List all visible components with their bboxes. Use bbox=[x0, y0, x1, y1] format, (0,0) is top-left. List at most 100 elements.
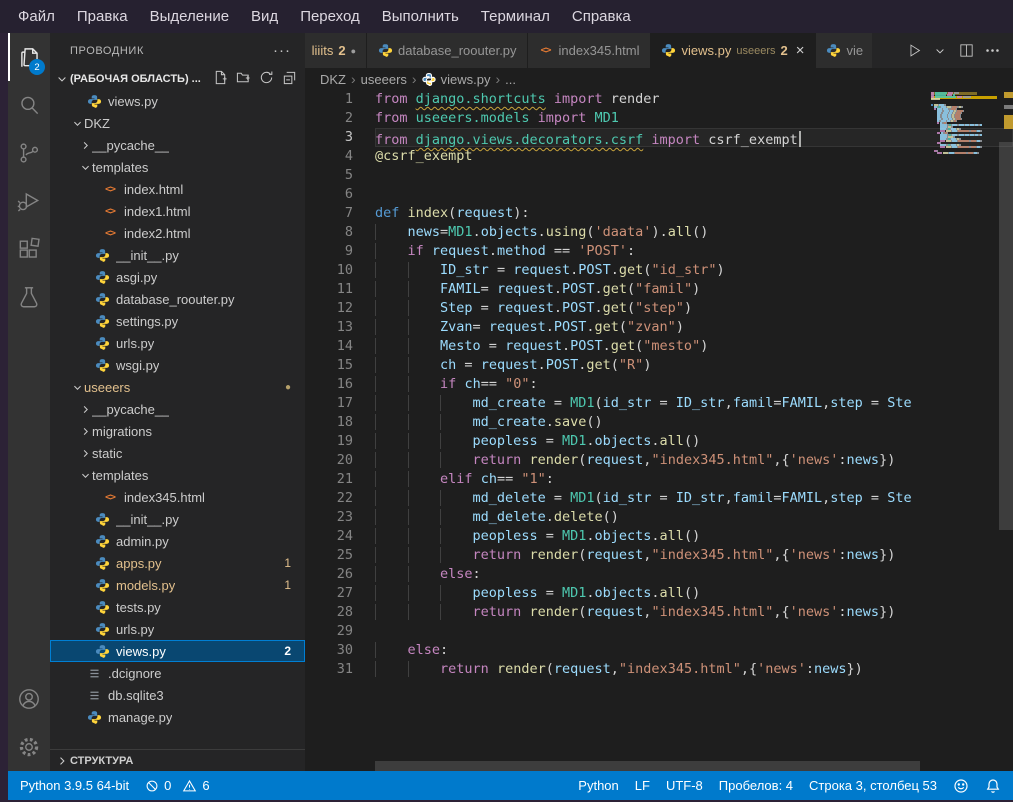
python-icon bbox=[94, 511, 110, 527]
tree-item[interactable]: apps.py1 bbox=[50, 552, 305, 574]
status-encoding[interactable]: UTF-8 bbox=[666, 778, 703, 793]
tree-item[interactable]: views.py bbox=[50, 90, 305, 112]
tree-item[interactable]: wsgi.py bbox=[50, 354, 305, 376]
tree-item[interactable]: useeers● bbox=[50, 376, 305, 398]
vertical-scrollbar-thumb[interactable] bbox=[999, 142, 1013, 530]
source-control-icon[interactable] bbox=[8, 129, 50, 177]
settings-gear-icon[interactable] bbox=[8, 723, 50, 771]
tree-item[interactable]: settings.py bbox=[50, 310, 305, 332]
code-line: from django.shortcuts import render bbox=[375, 90, 1013, 109]
menu-item[interactable]: Выполнить bbox=[372, 5, 469, 28]
menu-item[interactable]: Терминал bbox=[471, 5, 560, 28]
problems-indicator[interactable]: 0 6 bbox=[145, 778, 209, 793]
tree-item[interactable]: manage.py bbox=[50, 706, 305, 728]
line-number: 22 bbox=[305, 489, 353, 508]
account-icon[interactable] bbox=[8, 675, 50, 723]
text-cursor bbox=[799, 131, 801, 147]
search-icon[interactable] bbox=[8, 81, 50, 129]
status-language-mode[interactable]: Python bbox=[578, 778, 618, 793]
tree-item[interactable]: static bbox=[50, 442, 305, 464]
tree-item[interactable]: migrations bbox=[50, 420, 305, 442]
status-indentation[interactable]: Пробелов: 4 bbox=[719, 778, 793, 793]
minimap[interactable] bbox=[931, 92, 997, 164]
tab-views-py[interactable]: views.pyuseeers2× bbox=[651, 33, 816, 68]
menu-item[interactable]: Переход bbox=[290, 5, 370, 28]
tree-item[interactable]: asgi.py bbox=[50, 266, 305, 288]
tree-item[interactable]: .dcignore bbox=[50, 662, 305, 684]
outline-title: СТРУКТУРА bbox=[70, 755, 133, 767]
breadcrumb-item[interactable]: views.py bbox=[422, 72, 491, 87]
tree-item[interactable]: __init__.py bbox=[50, 508, 305, 530]
html-icon: <> bbox=[102, 225, 118, 241]
breadcrumb-item[interactable]: ... bbox=[505, 72, 516, 87]
code-line bbox=[375, 166, 1013, 185]
tree-item[interactable]: urls.py bbox=[50, 618, 305, 640]
python-icon bbox=[94, 643, 110, 659]
tree-item[interactable]: __init__.py bbox=[50, 244, 305, 266]
python-icon bbox=[86, 709, 102, 725]
code-line: peopless = MD1.objects.all() bbox=[375, 432, 1013, 451]
new-folder-icon[interactable] bbox=[236, 70, 251, 88]
feedback-icon[interactable] bbox=[953, 778, 969, 794]
menu-item[interactable]: Справка bbox=[562, 5, 641, 28]
outline-section-header[interactable]: СТРУКТУРА bbox=[50, 749, 305, 771]
tab-vie[interactable]: vie bbox=[816, 33, 872, 68]
tree-item[interactable]: <>index2.html bbox=[50, 222, 305, 244]
menu-item[interactable]: Вид bbox=[241, 5, 288, 28]
status-eol[interactable]: LF bbox=[635, 778, 650, 793]
close-icon[interactable]: × bbox=[796, 43, 805, 58]
breadcrumb-item[interactable]: useeers bbox=[361, 72, 407, 87]
notifications-bell-icon[interactable] bbox=[985, 778, 1001, 794]
tree-item[interactable]: DKZ bbox=[50, 112, 305, 134]
explorer-more-actions-icon[interactable]: ··· bbox=[273, 42, 291, 59]
collapse-all-icon[interactable] bbox=[282, 70, 297, 88]
status-cursor-position[interactable]: Строка 3, столбец 53 bbox=[809, 778, 937, 793]
editor-actions bbox=[893, 33, 1013, 68]
tree-item[interactable]: <>index.html bbox=[50, 178, 305, 200]
tree-item[interactable]: urls.py bbox=[50, 332, 305, 354]
testing-icon[interactable] bbox=[8, 273, 50, 321]
tree-item[interactable]: __pycache__ bbox=[50, 398, 305, 420]
chevron-down-icon bbox=[70, 382, 84, 393]
refresh-icon[interactable] bbox=[259, 70, 274, 88]
modified-dot: ● bbox=[351, 46, 356, 56]
tree-item[interactable]: views.py2 bbox=[50, 640, 305, 662]
line-number: 10 bbox=[305, 261, 353, 280]
tree-item[interactable]: database_roouter.py bbox=[50, 288, 305, 310]
tree-item[interactable]: templates bbox=[50, 156, 305, 178]
tree-item[interactable]: models.py1 bbox=[50, 574, 305, 596]
run-and-debug-icon[interactable] bbox=[8, 177, 50, 225]
tree-item[interactable]: __pycache__ bbox=[50, 134, 305, 156]
workspace-section-header[interactable]: (РАБОЧАЯ ОБЛАСТЬ) ... bbox=[50, 68, 305, 90]
tree-item[interactable]: <>index1.html bbox=[50, 200, 305, 222]
run-dropdown-icon[interactable] bbox=[929, 39, 951, 63]
tree-item[interactable]: admin.py bbox=[50, 530, 305, 552]
menu-item[interactable]: Правка bbox=[67, 5, 138, 28]
python-interpreter[interactable]: Python 3.9.5 64-bit bbox=[20, 778, 129, 793]
breadcrumb-item[interactable]: DKZ bbox=[320, 72, 346, 87]
line-number: 15 bbox=[305, 356, 353, 375]
tab-database-roouter-py[interactable]: database_roouter.py bbox=[367, 33, 528, 68]
menu-item[interactable]: Файл bbox=[8, 5, 65, 28]
tree-item[interactable]: templates bbox=[50, 464, 305, 486]
horizontal-scrollbar-thumb[interactable] bbox=[375, 761, 920, 771]
tree-item[interactable]: tests.py bbox=[50, 596, 305, 618]
menu-item[interactable]: Выделение bbox=[140, 5, 239, 28]
explorer-icon[interactable]: 2 bbox=[8, 33, 50, 81]
tree-item[interactable]: db.sqlite3 bbox=[50, 684, 305, 706]
extensions-icon[interactable] bbox=[8, 225, 50, 273]
split-editor-icon[interactable] bbox=[955, 39, 977, 63]
tab-liiits[interactable]: liiits2● bbox=[305, 33, 367, 68]
code-line: Step = request.POST.get("step") bbox=[375, 299, 1013, 318]
vertical-scrollbar[interactable] bbox=[999, 90, 1013, 771]
tree-item[interactable]: <>index345.html bbox=[50, 486, 305, 508]
run-button[interactable] bbox=[903, 39, 925, 63]
code-line bbox=[375, 185, 1013, 204]
more-actions-icon[interactable] bbox=[981, 39, 1003, 63]
code-editor[interactable]: 1234567891011121314151617181920212223242… bbox=[305, 90, 1013, 771]
new-file-icon[interactable] bbox=[213, 70, 228, 88]
code-line: @csrf_exempt bbox=[375, 147, 1013, 166]
chevron-right-icon bbox=[54, 755, 70, 767]
tab-index345-html[interactable]: <>index345.html bbox=[528, 33, 651, 68]
explorer-title: ПРОВОДНИК bbox=[70, 45, 144, 57]
